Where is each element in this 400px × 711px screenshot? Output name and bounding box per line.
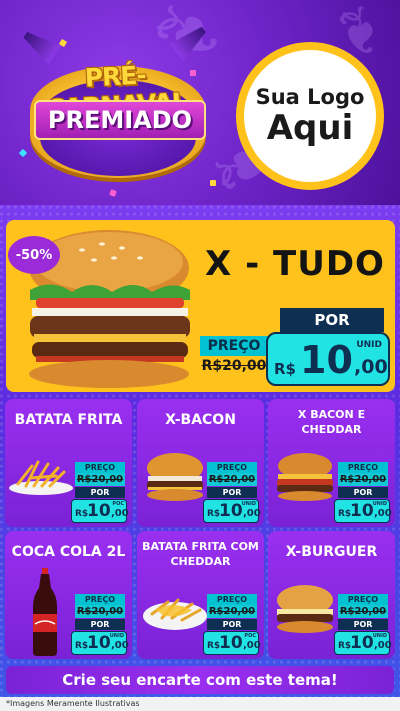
hero-preco-label: PREÇO bbox=[200, 336, 268, 356]
burger-image bbox=[277, 585, 333, 633]
price-cents: ,00 bbox=[111, 640, 129, 651]
discount-badge: -50% bbox=[8, 236, 60, 274]
soda-bottle-image bbox=[33, 568, 57, 656]
cheese-fries-image bbox=[143, 598, 207, 630]
hero-price-cents: ,00 bbox=[354, 356, 388, 378]
old-price: R$20,00 bbox=[338, 605, 388, 618]
price-cents: ,00 bbox=[374, 508, 392, 519]
price-box: R$ 10 ,00 UNID bbox=[334, 499, 392, 523]
preco-label: PREÇO bbox=[207, 594, 257, 605]
price-main: 10 bbox=[219, 501, 243, 521]
logo-text-line2: Aqui bbox=[266, 108, 354, 148]
price-box: R$ 10 ,00 POC bbox=[203, 631, 261, 655]
por-label: POR bbox=[207, 619, 257, 630]
price-cents: ,00 bbox=[243, 640, 261, 651]
preco-label: PREÇO bbox=[338, 462, 388, 473]
price-main: 10 bbox=[87, 633, 111, 653]
old-price: R$20,00 bbox=[207, 473, 257, 486]
burger-image bbox=[147, 453, 203, 501]
product-name: X-BURGUER bbox=[285, 544, 378, 560]
por-label: POR bbox=[75, 487, 125, 498]
hero-price-box: R$ 10 ,00 UNID bbox=[266, 332, 390, 386]
price-unit: POC bbox=[244, 633, 256, 639]
price-unit: UNID bbox=[372, 633, 387, 639]
old-price: R$20,00 bbox=[207, 605, 257, 618]
old-price: R$20,00 bbox=[75, 605, 125, 618]
cta-banner[interactable]: Crie seu encarte com este tema! bbox=[6, 666, 394, 694]
product-name: COCA COLA 2L bbox=[11, 544, 126, 560]
product-name: X BACON E CHEDDAR bbox=[297, 408, 366, 436]
title-premiado: PREMIADO bbox=[34, 100, 206, 140]
por-label: POR bbox=[207, 487, 257, 498]
por-label: POR bbox=[338, 487, 388, 498]
confetti bbox=[210, 180, 216, 186]
price-box: R$ 10 ,00 UNID bbox=[334, 631, 392, 655]
hero-product-name: X - TUDO bbox=[205, 244, 385, 284]
hero-por-label: POR bbox=[280, 308, 384, 332]
price-unit: UNID bbox=[372, 501, 387, 507]
product-name: BATATA FRITA COM CHEDDAR bbox=[142, 540, 259, 568]
old-price: R$20,00 bbox=[338, 473, 388, 486]
preco-label: PREÇO bbox=[207, 462, 257, 473]
old-price: R$20,00 bbox=[75, 473, 125, 486]
disclaimer-text: *Imagens Meramente Ilustrativas bbox=[0, 697, 400, 711]
logo-placeholder: Sua Logo Aqui bbox=[236, 42, 384, 190]
preco-label: PREÇO bbox=[75, 594, 125, 605]
confetti bbox=[109, 189, 117, 197]
product-name: BATATA FRITA bbox=[14, 412, 123, 428]
hero-price-currency: R$ bbox=[274, 360, 296, 378]
price-main: 10 bbox=[219, 633, 243, 653]
hero-price-unit: UNID bbox=[356, 340, 382, 350]
por-label: POR bbox=[75, 619, 125, 630]
hero-price-main: 10 bbox=[300, 338, 353, 382]
price-main: 10 bbox=[350, 633, 374, 653]
price-unit: UNID bbox=[109, 633, 124, 639]
product-name: X-BACON bbox=[165, 412, 236, 428]
price-box: R$ 10 ,00 POC bbox=[71, 499, 129, 523]
price-main: 10 bbox=[87, 501, 111, 521]
preco-label: PREÇO bbox=[338, 594, 388, 605]
burger-image bbox=[277, 453, 333, 501]
price-main: 10 bbox=[350, 501, 374, 521]
preco-label: PREÇO bbox=[75, 462, 125, 473]
price-box: R$ 10 ,00 UNID bbox=[203, 499, 261, 523]
confetti bbox=[18, 148, 28, 158]
price-cents: ,00 bbox=[111, 508, 129, 519]
fries-image bbox=[9, 460, 73, 495]
confetti bbox=[58, 38, 68, 48]
price-unit: POC bbox=[112, 501, 124, 507]
price-cents: ,00 bbox=[374, 640, 392, 651]
hero-old-price: R$20,00 bbox=[201, 358, 267, 374]
por-label: POR bbox=[338, 619, 388, 630]
price-box: R$ 10 ,00 UNID bbox=[71, 631, 129, 655]
price-unit: UNID bbox=[241, 501, 256, 507]
price-cents: ,00 bbox=[243, 508, 261, 519]
logo-text-line1: Sua Logo bbox=[255, 85, 365, 109]
